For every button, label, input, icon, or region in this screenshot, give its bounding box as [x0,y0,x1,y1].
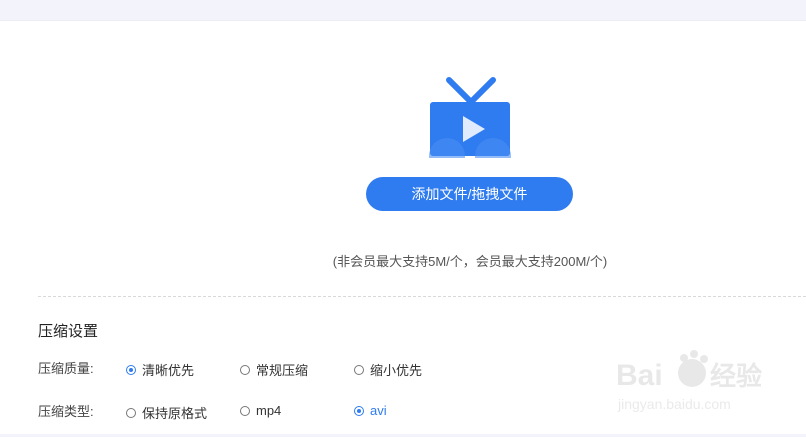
divider [38,296,806,297]
add-file-button[interactable]: 添加文件/拖拽文件 [366,177,573,211]
svg-text:经验: 经验 [710,361,762,392]
svg-text:Bai: Bai [616,359,663,392]
baidu-watermark-logo: Bai 经验 jingyan.baidu.com [616,350,762,412]
section-title: 压缩设置 [38,323,99,340]
option-label: 保持原格式 [142,406,208,421]
quality-label: 压缩质量: [38,361,94,376]
quality-option-clear[interactable]: 清晰优先 [126,360,194,379]
option-label: avi [370,403,387,418]
option-label: 缩小优先 [370,363,423,378]
type-option-avi[interactable]: avi [354,403,387,418]
tv-play-icon[interactable] [427,76,513,158]
option-label: mp4 [256,403,282,418]
type-option-original[interactable]: 保持原格式 [126,403,207,422]
radio-icon [354,364,364,375]
option-label: 常规压缩 [256,363,309,378]
size-limit-note: (非会员最大支持5M/个，会员最大支持200M/个) [332,254,608,269]
type-option-mp4[interactable]: mp4 [240,403,281,418]
radio-icon [240,364,250,375]
radio-icon [240,405,250,416]
quality-option-normal[interactable]: 常规压缩 [240,360,308,379]
radio-checked-icon [354,405,364,416]
type-label: 压缩类型: [38,404,94,419]
radio-checked-icon [126,364,136,375]
svg-text:jingyan.baidu.com: jingyan.baidu.com [617,396,731,412]
radio-icon [126,407,136,418]
quality-option-small[interactable]: 缩小优先 [354,360,422,379]
option-label: 清晰优先 [142,363,195,378]
